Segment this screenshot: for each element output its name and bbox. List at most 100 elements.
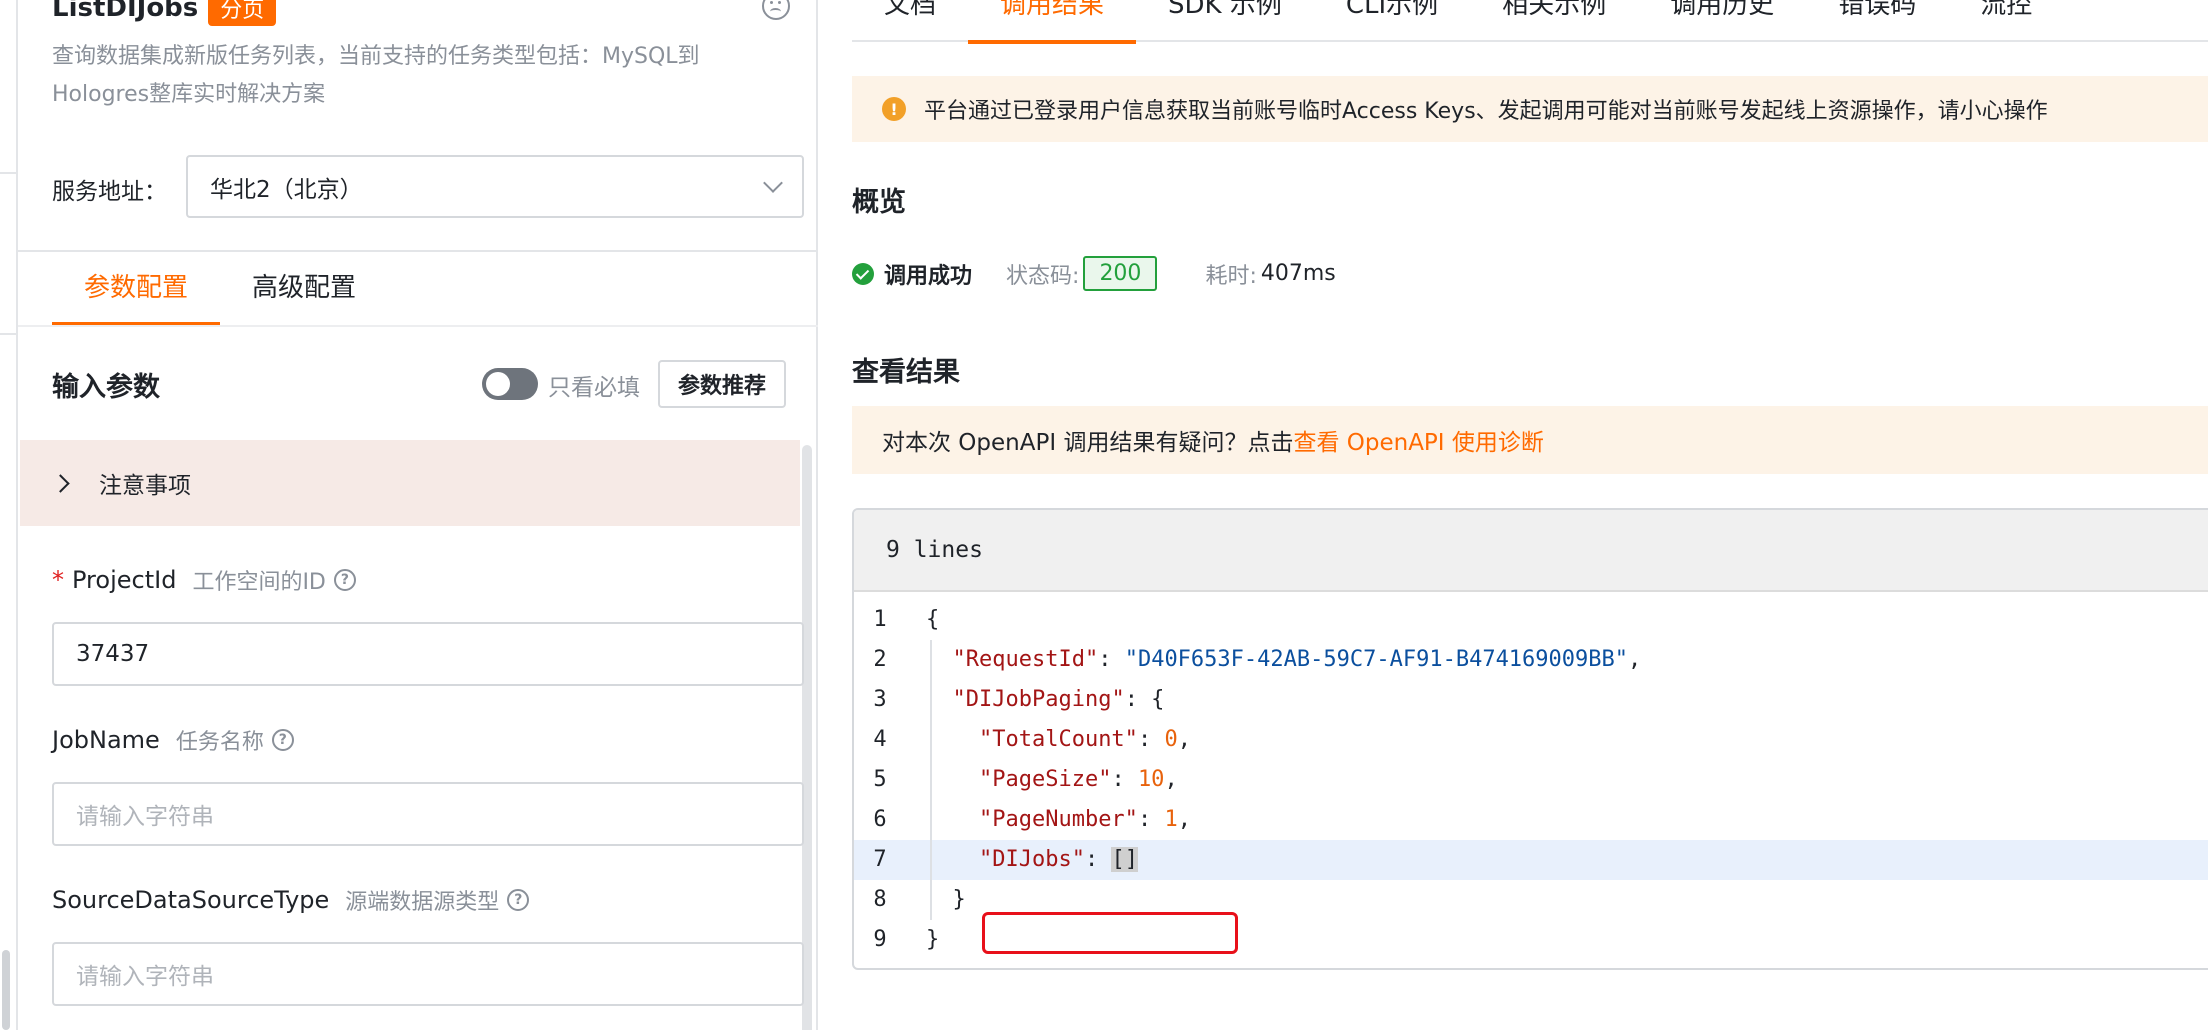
request-panel: ListDIJobs 分页 查询数据集成新版任务列表，当前支持的任务类型包括：M… [18, 0, 818, 1030]
param-recommend-button[interactable]: 参数推荐 [658, 360, 786, 408]
tab-cli-example[interactable]: CLI示例 [1314, 0, 1470, 42]
code-body[interactable]: 1 { 2 "RequestId": "D40F653F-42AB-59C7-A… [854, 592, 2208, 960]
edge-scrollbar[interactable] [2, 950, 10, 1030]
help-icon[interactable]: ? [271, 729, 294, 751]
required-only-toggle[interactable] [482, 368, 538, 400]
line-number: 1 [873, 607, 887, 632]
api-title: ListDIJobs 分页 [52, 0, 277, 26]
indent-guide [930, 760, 932, 800]
paging-badge: 分页 [208, 0, 277, 26]
line-number: 5 [873, 767, 887, 792]
jobname-placeholder: 请输入字符串 [76, 804, 214, 830]
code-text: "DIJobs": [] [978, 847, 1138, 872]
diagnosis-link[interactable]: 查看 OpenAPI 使用诊断 [1293, 423, 1543, 457]
tab-throttling[interactable]: 流控 [1948, 0, 2064, 42]
indent-guide [930, 640, 932, 680]
json-key: "RequestId" [952, 647, 1099, 672]
indent-guide [930, 720, 932, 760]
brace: { [926, 607, 940, 632]
code-line: 1 { [854, 600, 2208, 640]
tab-param-config[interactable]: 参数配置 [52, 252, 221, 326]
json-key: "DIJobPaging" [952, 687, 1125, 712]
notice-label: 注意事项 [99, 473, 191, 499]
result-tabs: 文档 调用结果 SDK 示例 CLI示例 相关示例 调用历史 错误码 流控 [852, 0, 2208, 44]
json-key: "PageNumber" [978, 807, 1138, 832]
tab-call-result[interactable]: 调用结果 [968, 0, 1137, 44]
tab-sdk-example[interactable]: SDK 示例 [1136, 0, 1314, 42]
chevron-right-icon [51, 473, 70, 493]
line-number: 9 [873, 927, 887, 952]
tab-call-history[interactable]: 调用历史 [1638, 0, 1806, 42]
code-text: } [906, 880, 966, 920]
code-line: 6 "PageNumber": 1, [854, 800, 2208, 840]
edge-divider [0, 172, 18, 174]
json-number: 1 [1164, 807, 1178, 832]
indent-guide [930, 680, 932, 720]
code-text: { [906, 600, 939, 640]
annotation-highlight-box [982, 912, 1238, 954]
code-line: 2 "RequestId": "D40F653F-42AB-59C7-AF91-… [854, 640, 2208, 680]
diagnosis-banner: 对本次 OpenAPI 调用结果有疑问？点击 查看 OpenAPI 使用诊断 [852, 406, 2208, 474]
api-name: ListDIJobs [52, 0, 199, 23]
code-text: "DIJobPaging": { [952, 687, 1165, 712]
json-key: "TotalCount" [978, 727, 1138, 752]
field-name: ProjectId [72, 566, 177, 594]
tab-error-codes[interactable]: 错误码 [1806, 0, 1948, 42]
code-text: "TotalCount": 0, [978, 727, 1191, 752]
line-number: 7 [873, 847, 887, 872]
tab-related-example[interactable]: 相关示例 [1470, 0, 1638, 42]
json-string: "D40F653F-42AB-59C7-AF91-B474169009BB" [1124, 647, 1629, 672]
field-label-sourcetype: SourceDataSourceType 源端数据源类型 ? [52, 884, 530, 916]
check-circle-icon [852, 262, 874, 285]
help-icon[interactable]: ? [507, 889, 530, 911]
region-label: 服务地址： [52, 179, 167, 205]
indent-guide [930, 800, 932, 840]
notice-collapse[interactable]: 注意事项 [20, 440, 800, 526]
code-line: 4 "TotalCount": 0, [854, 720, 2208, 760]
field-name: SourceDataSourceType [52, 886, 330, 914]
field-label-jobname: JobName 任务名称 ? [52, 724, 294, 756]
result-panel: 文档 调用结果 SDK 示例 CLI示例 相关示例 调用历史 错误码 流控 ! … [852, 0, 2208, 1030]
feedback-face-icon[interactable] [762, 0, 790, 20]
region-value: 华北2（北京） [210, 176, 363, 203]
projectid-value: 37437 [76, 641, 150, 667]
line-number: 3 [873, 687, 887, 712]
status-row: 调用成功 状态码: 200 耗时: 407ms [852, 256, 1336, 291]
code-text: "RequestId": "D40F653F-42AB-59C7-AF91-B4… [952, 647, 1642, 672]
tab-docs[interactable]: 文档 [852, 0, 968, 42]
json-empty-array: [] [1111, 847, 1138, 872]
edge-divider [0, 333, 18, 335]
line-number: 4 [873, 727, 887, 752]
region-select[interactable]: 华北2（北京） [186, 155, 804, 218]
indent-guide [930, 880, 932, 920]
panel-scrollbar[interactable] [802, 445, 812, 1030]
status-code-badge: 200 [1083, 256, 1158, 291]
field-desc: 源端数据源类型 [345, 890, 500, 915]
code-line-count: 9 lines [854, 510, 2208, 592]
brace: } [926, 927, 940, 952]
required-mark: * [52, 566, 64, 594]
api-description: 查询数据集成新版任务列表，当前支持的任务类型包括：MySQL到Hologres整… [52, 44, 700, 107]
code-line-highlighted: 7 "DIJobs": [] [854, 840, 2208, 880]
help-icon[interactable]: ? [333, 569, 356, 591]
jobname-input[interactable]: 请输入字符串 [52, 782, 804, 846]
indent-guide [930, 840, 932, 880]
code-text: "PageNumber": 1, [978, 807, 1191, 832]
config-tabs: 参数配置 高级配置 [52, 252, 388, 326]
warning-banner: ! 平台通过已登录用户信息获取当前账号临时Access Keys、发起调用可能对… [852, 76, 2208, 142]
sourcetype-input[interactable]: 请输入字符串 [52, 942, 804, 1006]
json-number: 0 [1164, 727, 1178, 752]
left-edge-strip [0, 0, 18, 1030]
line-number: 8 [873, 887, 887, 912]
result-title: 查看结果 [852, 357, 960, 388]
field-desc: 工作空间的ID [192, 570, 326, 595]
tab-advanced-config[interactable]: 高级配置 [220, 252, 388, 326]
line-number: 6 [873, 807, 887, 832]
json-key: "PageSize" [978, 767, 1112, 792]
input-params-title: 输入参数 [52, 372, 160, 403]
projectid-input[interactable]: 37437 [52, 622, 804, 686]
result-code-viewer: 9 lines 1 { 2 "RequestId": "D40F653F-42A… [852, 508, 2208, 970]
json-key: "DIJobs" [978, 847, 1085, 872]
warning-text: 平台通过已登录用户信息获取当前账号临时Access Keys、发起调用可能对当前… [924, 99, 2048, 124]
sourcetype-placeholder: 请输入字符串 [76, 964, 214, 990]
